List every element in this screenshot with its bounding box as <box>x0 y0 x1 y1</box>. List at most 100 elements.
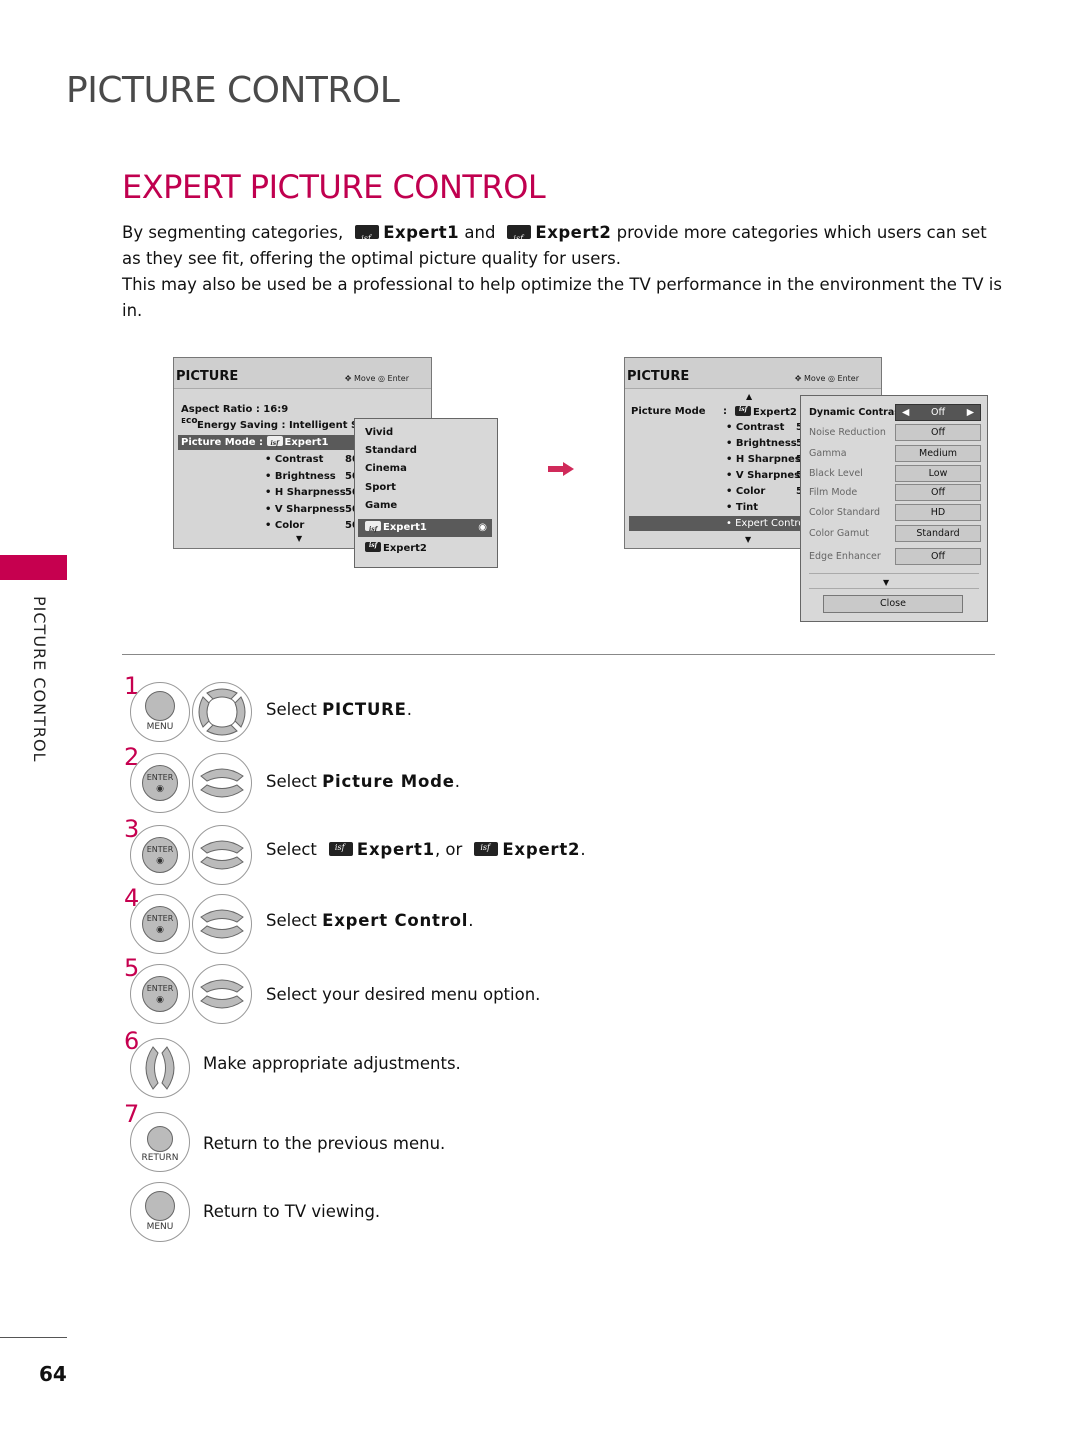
isf-icon <box>365 521 381 539</box>
energy-saving-row[interactable]: Energy Saving : Intelligent Sen <box>197 420 372 431</box>
popup-item-expert2[interactable]: Expert2 <box>365 542 427 554</box>
menu-row-expert-control[interactable]: • Expert Contro <box>629 516 809 531</box>
menu-title: PICTURE <box>176 369 239 384</box>
arrow-right-icon <box>548 462 574 476</box>
menu-title: PICTURE <box>627 369 690 384</box>
menu-button-icon <box>145 1191 175 1221</box>
step-3-text: SelectExpert1, orExpert2. <box>266 840 586 859</box>
up-down-button[interactable] <box>192 825 252 885</box>
intro-expert2: Expert2 <box>535 223 612 242</box>
ec-label-noise-reduction: Noise Reduction <box>809 427 886 438</box>
arrow-left-icon: ◀ <box>902 407 910 418</box>
sidebar-accent-tab <box>0 555 67 580</box>
menu-hint: ✥ Move ◎ Enter <box>344 374 409 383</box>
up-down-arrows-icon <box>200 979 244 1009</box>
isf-icon <box>474 842 499 856</box>
menu-button[interactable]: MENU <box>130 682 190 742</box>
picture-mode-popup: Vivid Standard Cinema Sport Game Expert1… <box>354 418 498 568</box>
sidebar-label: PICTURE CONTROL <box>30 596 49 763</box>
selected-radio-icon: ◉ <box>478 522 487 533</box>
divider <box>809 573 979 574</box>
intro-part1: By segmenting categories, <box>122 223 344 242</box>
ec-value-film-mode[interactable]: Off <box>895 484 981 501</box>
picture-mode-row[interactable]: Picture Mode : Expert1 <box>178 435 361 451</box>
ec-value-black-level[interactable]: Low <box>895 465 981 482</box>
menu-header: PICTURE ✥ Move ◎ Enter <box>174 358 431 389</box>
ec-value-color-standard[interactable]: HD <box>895 504 981 521</box>
menu-row-contrast[interactable]: • Contrast 80 <box>265 454 359 465</box>
menu-row-h-sharpness[interactable]: • H Sharpness5 <box>726 454 807 465</box>
menu-header: PICTURE ✥ Move ◎ Enter <box>625 358 881 389</box>
popup-item-game[interactable]: Game <box>365 500 397 511</box>
popup-item-cinema[interactable]: Cinema <box>365 463 407 474</box>
isf-icon <box>355 225 380 252</box>
step-5-text: Select your desired menu option. <box>266 985 541 1004</box>
popup-item-standard[interactable]: Standard <box>365 445 417 456</box>
step-4-text: Select Expert Control. <box>266 911 474 930</box>
popup-item-expert1[interactable]: Expert1 ◉ <box>358 519 492 539</box>
isf-icon <box>328 842 353 856</box>
scroll-up-icon[interactable]: ▲ <box>746 392 752 401</box>
move-icon: ✥ <box>794 374 804 383</box>
ec-value-dynamic-contrast[interactable]: ◀ Off ▶ <box>895 404 981 421</box>
return-button[interactable]: RETURN <box>130 1112 190 1172</box>
scroll-down-icon[interactable]: ▼ <box>745 535 751 544</box>
eco-icon: ᴇᴄᴏ <box>181 416 198 426</box>
picture-mode-row[interactable]: Picture Mode:Expert2 <box>631 406 797 418</box>
menu-row-v-sharpness[interactable]: • V Sharpness 50 <box>265 504 359 515</box>
menu-row-h-sharpness[interactable]: • H Sharpness 50 <box>265 487 359 498</box>
close-button[interactable]: Close <box>823 595 963 613</box>
dpad-arrows-icon <box>198 688 246 736</box>
divider <box>809 588 979 589</box>
left-right-button[interactable] <box>130 1038 190 1098</box>
ec-label-color-standard: Color Standard <box>809 507 881 518</box>
ec-value-noise-reduction[interactable]: Off <box>895 424 981 441</box>
isf-icon <box>266 436 283 451</box>
up-down-arrows-icon <box>200 840 244 870</box>
ec-value-gamma[interactable]: Medium <box>895 445 981 462</box>
enter-button[interactable]: ENTER ◉ <box>130 964 190 1024</box>
ec-label-black-level: Black Level <box>809 468 863 479</box>
menu-row-color[interactable]: • Color 50 <box>265 520 359 531</box>
menu-row-tint[interactable]: • Tint <box>726 502 758 513</box>
menu-row-v-sharpness[interactable]: • V Sharpness5 <box>726 470 806 481</box>
scroll-down-icon[interactable]: ▼ <box>296 534 302 543</box>
return-icon <box>147 1126 173 1152</box>
menu-row-brightness[interactable]: • Brightness 50 <box>265 471 359 482</box>
navigation-dpad[interactable] <box>192 682 252 742</box>
ec-label-edge-enhancer: Edge Enhancer <box>809 551 881 562</box>
page-number: 64 <box>39 1362 67 1386</box>
up-down-button[interactable] <box>192 753 252 813</box>
enter-button[interactable]: ENTER ◉ <box>130 825 190 885</box>
footer-rule <box>0 1337 67 1338</box>
ec-label-gamma: Gamma <box>809 448 847 459</box>
ec-value-color-gamut[interactable]: Standard <box>895 525 981 542</box>
menu-row-color[interactable]: • Color5 <box>726 486 803 497</box>
page-title: PICTURE CONTROL <box>66 70 400 111</box>
up-down-arrows-icon <box>200 909 244 939</box>
ec-label-film-mode: Film Mode <box>809 487 858 498</box>
menu-row-brightness[interactable]: • Brightness5 <box>726 438 803 449</box>
popup-item-vivid[interactable]: Vivid <box>365 427 393 438</box>
scroll-down-icon[interactable]: ▼ <box>883 578 889 587</box>
enter-button[interactable]: ENTER ◉ <box>130 753 190 813</box>
up-down-button[interactable] <box>192 894 252 954</box>
enter-button-icon <box>142 765 178 801</box>
ec-value-edge-enhancer[interactable]: Off <box>895 548 981 565</box>
step-1-text: Select PICTURE. <box>266 700 412 719</box>
section-divider <box>122 654 995 655</box>
menu-row-contrast[interactable]: • Contrast5 <box>726 422 803 433</box>
up-down-button[interactable] <box>192 964 252 1024</box>
isf-icon <box>735 406 751 416</box>
move-icon: ✥ <box>344 374 354 383</box>
step-final-text: Return to TV viewing. <box>203 1202 381 1221</box>
section-title: EXPERT PICTURE CONTROL <box>122 168 546 206</box>
aspect-ratio-row[interactable]: Aspect Ratio : 16:9 <box>181 404 288 415</box>
isf-icon <box>365 542 381 552</box>
ec-label-dynamic-contrast: Dynamic Contrast <box>809 407 905 418</box>
menu-button[interactable]: MENU <box>130 1182 190 1242</box>
enter-button[interactable]: ENTER ◉ <box>130 894 190 954</box>
intro-expert1: Expert1 <box>383 223 460 242</box>
step-2-text: Select Picture Mode. <box>266 772 460 791</box>
popup-item-sport[interactable]: Sport <box>365 482 396 493</box>
